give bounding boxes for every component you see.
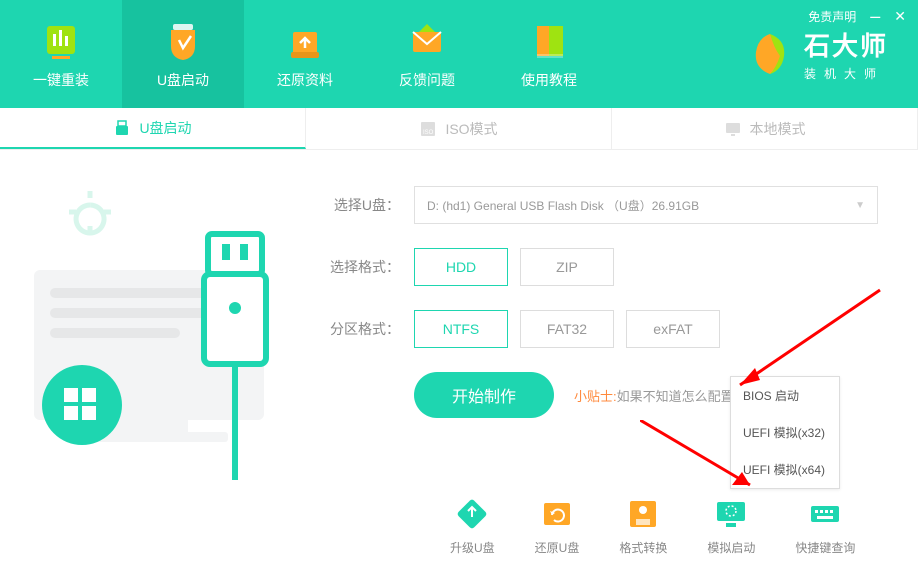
tool-restore[interactable]: 还原U盘 xyxy=(535,497,580,556)
keyboard-icon xyxy=(808,497,842,531)
decoration-area xyxy=(0,150,310,578)
nav-usb-label: U盘启动 xyxy=(157,70,209,90)
tool-hotkey-label: 快捷键查询 xyxy=(795,539,855,556)
tab-local-label: 本地模式 xyxy=(750,119,806,139)
logo-title: 石大师 xyxy=(804,26,888,63)
tab-iso-label: ISO模式 xyxy=(445,119,497,139)
format-zip[interactable]: ZIP xyxy=(520,248,614,286)
close-button[interactable]: ✕ xyxy=(894,8,906,25)
tab-usb-label: U盘启动 xyxy=(139,118,191,138)
tool-convert-label: 格式转换 xyxy=(619,539,667,556)
tool-simulate[interactable]: 模拟启动 xyxy=(707,497,755,556)
iso-icon: ISO xyxy=(419,120,437,138)
monitor-icon xyxy=(724,120,742,138)
tip-text: 小贴士:如果不知道怎么配置 xyxy=(574,386,734,405)
tool-simulate-label: 模拟启动 xyxy=(707,539,755,556)
bars-icon xyxy=(39,18,83,62)
tab-iso[interactable]: ISO ISO模式 xyxy=(306,108,612,149)
restore-icon xyxy=(540,497,574,531)
format-label: 选择格式： xyxy=(320,257,400,277)
minimize-button[interactable]: – xyxy=(870,6,880,27)
upgrade-icon xyxy=(455,497,489,531)
partition-fat32[interactable]: FAT32 xyxy=(520,310,614,348)
book-icon xyxy=(527,18,571,62)
logo-icon xyxy=(746,30,794,78)
tab-local[interactable]: 本地模式 xyxy=(612,108,918,149)
convert-icon xyxy=(626,497,660,531)
tool-hotkey[interactable]: 快捷键查询 xyxy=(795,497,855,556)
chevron-down-icon: ▼ xyxy=(855,200,865,211)
disk-value: D: (hd1) General USB Flash Disk （U盘）26.9… xyxy=(427,197,699,214)
tool-upgrade[interactable]: 升级U盘 xyxy=(450,497,495,556)
partition-ntfs[interactable]: NTFS xyxy=(414,310,508,348)
partition-label: 分区格式： xyxy=(320,319,400,339)
disclaimer-link[interactable]: 免责声明 xyxy=(808,8,856,25)
logo-subtitle: 装机大师 xyxy=(804,65,888,82)
nav-tutorial[interactable]: 使用教程 xyxy=(488,0,610,108)
tool-upgrade-label: 升级U盘 xyxy=(450,539,495,556)
nav-feedback-label: 反馈问题 xyxy=(399,70,455,90)
nav-restore-label: 还原资料 xyxy=(277,70,333,90)
disk-label: 选择U盘： xyxy=(320,195,400,215)
start-button[interactable]: 开始制作 xyxy=(414,372,554,418)
nav-restore[interactable]: 还原资料 xyxy=(244,0,366,108)
svg-text:ISO: ISO xyxy=(423,130,434,136)
usb-icon xyxy=(113,119,131,137)
tab-usb-boot[interactable]: U盘启动 xyxy=(0,108,306,149)
menu-uefi64[interactable]: UEFI 模拟(x64) xyxy=(731,451,839,488)
menu-uefi32[interactable]: UEFI 模拟(x32) xyxy=(731,414,839,451)
tool-restore-label: 还原U盘 xyxy=(535,539,580,556)
simulate-menu: BIOS 启动 UEFI 模拟(x32) UEFI 模拟(x64) xyxy=(730,376,840,489)
upload-box-icon xyxy=(283,18,327,62)
disk-select[interactable]: D: (hd1) General USB Flash Disk （U盘）26.9… xyxy=(414,186,878,224)
partition-exfat[interactable]: exFAT xyxy=(626,310,720,348)
nav-reinstall[interactable]: 一键重装 xyxy=(0,0,122,108)
tool-convert[interactable]: 格式转换 xyxy=(619,497,667,556)
nav-usb[interactable]: U盘启动 xyxy=(122,0,244,108)
simulate-icon xyxy=(714,497,748,531)
nav-reinstall-label: 一键重装 xyxy=(33,70,89,90)
format-hdd[interactable]: HDD xyxy=(414,248,508,286)
mail-icon xyxy=(405,18,449,62)
menu-bios[interactable]: BIOS 启动 xyxy=(731,377,839,414)
shield-icon xyxy=(161,18,205,62)
nav-tutorial-label: 使用教程 xyxy=(521,70,577,90)
nav-feedback[interactable]: 反馈问题 xyxy=(366,0,488,108)
